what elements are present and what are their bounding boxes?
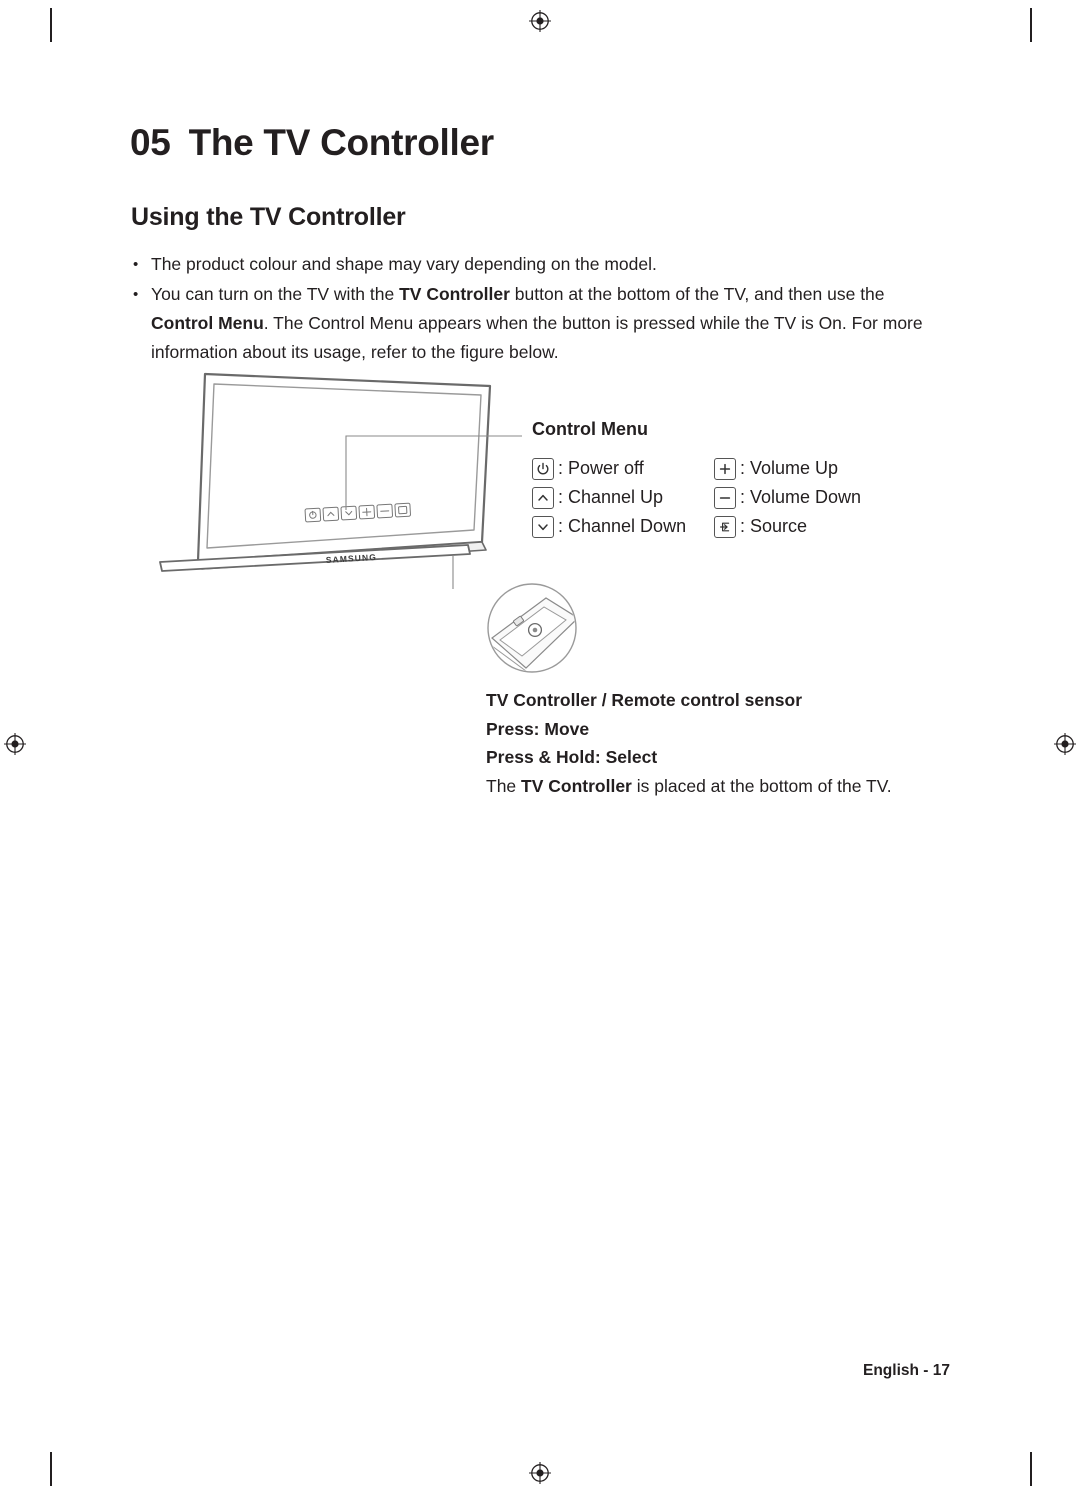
chevron-up-icon — [532, 486, 554, 509]
legend-row: : Channel Up : Volume Down — [532, 483, 932, 512]
control-menu-title: Control Menu — [532, 419, 648, 439]
section-title: Using the TV Controller — [131, 203, 406, 231]
caption-line-4: The TV Controller is placed at the botto… — [486, 772, 946, 801]
legend-entry-volume-up: : Volume Up — [714, 457, 839, 480]
plus-icon — [714, 457, 736, 480]
svg-text:SAMSUNG: SAMSUNG — [326, 552, 378, 565]
legend-label: : Channel Down — [558, 516, 687, 536]
legend-row: : Power off : Volume Up — [532, 454, 932, 483]
registration-mark-right — [1054, 733, 1076, 755]
legend-label: : Volume Up — [740, 458, 839, 478]
tv-controller-figure: SAMSUNG Control Menu: Power off: Volum… — [150, 364, 950, 804]
list-item: • You can turn on the TV with the TV Con… — [133, 280, 948, 367]
crop-mark-top-right-v — [1030, 8, 1032, 42]
legend-entry-channel-down: : Channel Down — [532, 515, 714, 538]
legend-label: : Power off — [558, 458, 644, 478]
legend-label: : Channel Up — [558, 487, 664, 507]
chapter-number: 05 — [130, 122, 171, 163]
registration-mark-bottom — [529, 1462, 551, 1484]
caption-line-1: TV Controller / Remote control sensor — [486, 690, 803, 710]
caption-line-4-pre: The — [486, 775, 522, 796]
source-icon — [714, 515, 736, 538]
caption-line-4-post: is placed at the bottom of the TV. — [631, 775, 892, 796]
crop-mark-bottom-right-v — [1030, 1452, 1032, 1486]
bullet-marker: • — [133, 286, 139, 303]
legend-row: : Channel Down : Source — [532, 512, 932, 541]
legend-entry-power-off: : Power off — [532, 457, 714, 480]
figure-caption: TV Controller / Remote control sensor Pr… — [486, 686, 946, 800]
legend-label: : Source — [740, 516, 808, 536]
caption-line-2: Press: Move — [486, 718, 590, 739]
registration-mark-left — [4, 733, 26, 755]
crop-mark-top-left-v — [50, 8, 52, 42]
list-item: • The product colour and shape may vary … — [133, 250, 948, 279]
tv-controller-detail-illustration — [486, 582, 578, 674]
control-menu-legend: : Power off : Volume Up: Channel Up: V… — [532, 454, 932, 541]
tv-illustration: SAMSUNG — [150, 364, 530, 633]
crop-mark-bottom-left-v — [50, 1452, 52, 1486]
registration-mark-top — [529, 10, 551, 32]
chapter-title-text: The TV Controller — [188, 122, 495, 163]
chapter-title: 05 The TV Controller — [130, 122, 494, 164]
caption-line-4-bold: TV Controller — [521, 775, 632, 796]
caption-line-3: Press & Hold: Select — [486, 747, 658, 767]
legend-entry-source: : Source — [714, 515, 808, 538]
legend-entry-channel-up: : Channel Up — [532, 486, 714, 509]
bullet-text: You can turn on the TV with the TV Contr… — [151, 284, 923, 362]
bullet-text: The product colour and shape may vary de… — [151, 254, 657, 274]
body-bullet-list: • The product colour and shape may vary … — [133, 250, 948, 368]
legend-entry-volume-down: : Volume Down — [714, 486, 862, 509]
legend-label: : Volume Down — [740, 487, 862, 507]
page-footer: English - 17 — [863, 1362, 950, 1379]
document-page: 05 The TV Controller Using the TV Control… — [0, 0, 1080, 1494]
minus-icon — [714, 486, 736, 509]
chevron-down-icon — [532, 515, 554, 538]
bullet-marker: • — [133, 256, 139, 273]
power-icon — [532, 457, 554, 480]
